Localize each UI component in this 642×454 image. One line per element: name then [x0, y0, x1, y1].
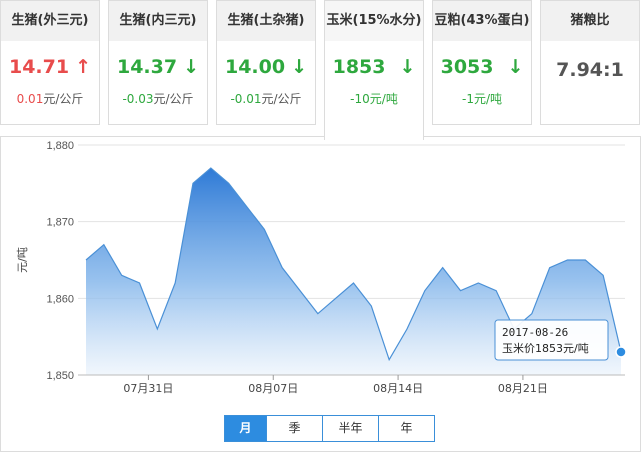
card-title: 豆粕(43%蛋白)	[433, 1, 531, 41]
card-title: 生猪(土杂猪)	[217, 1, 315, 41]
period-month-button[interactable]: 月	[225, 416, 266, 441]
card-pig-grain-ratio[interactable]: 猪粮比 7.94:1	[540, 0, 640, 125]
y-tick-label: 1,870	[46, 217, 74, 229]
x-tick-label: 08月14日	[373, 382, 423, 395]
card-change: -1元/吨	[461, 92, 502, 106]
tooltip-value: 玉米价1853元/吨	[502, 342, 589, 355]
period-year-button[interactable]: 年	[378, 416, 434, 441]
card-price: 7.94:1	[556, 59, 624, 81]
card-change: -0.03元/公斤	[122, 92, 194, 106]
card-change: 0.01元/公斤	[16, 92, 84, 106]
card-price: 14.00 ↓	[224, 56, 308, 78]
card-title: 猪粮比	[541, 1, 639, 41]
card-price: 14.71 ↑	[8, 56, 92, 78]
card-soymeal[interactable]: 豆粕(43%蛋白) 3053 ↓ -1元/吨	[432, 0, 532, 125]
card-pig-inner[interactable]: 生猪(内三元) 14.37 ↓ -0.03元/公斤	[108, 0, 208, 125]
card-price: 14.37 ↓	[116, 56, 200, 78]
card-pig-outer[interactable]: 生猪(外三元) 14.71 ↑ 0.01元/公斤	[0, 0, 100, 125]
arrow-down-icon: ↓	[507, 56, 524, 78]
card-change: -10元/吨	[350, 92, 398, 106]
arrow-up-icon: ↑	[75, 56, 92, 78]
card-title: 生猪(内三元)	[109, 1, 207, 41]
card-corn[interactable]: 玉米(15%水分) 1853 ↓ -10元/吨	[324, 0, 424, 140]
card-pig-mixed[interactable]: 生猪(土杂猪) 14.00 ↓ -0.01元/公斤	[216, 0, 316, 125]
arrow-down-icon: ↓	[399, 56, 416, 78]
x-tick-label: 08月07日	[248, 382, 298, 395]
period-selector: 月 季 半年 年	[224, 415, 435, 442]
tooltip-date: 2017-08-26	[502, 326, 568, 339]
data-point-last	[615, 346, 627, 358]
corn-price-chart: 1,850 1,860 1,870 1,880 元/吨 07月31日 08月07日 08月14…	[16, 140, 627, 395]
arrow-down-icon: ↓	[183, 56, 200, 78]
period-quarter-button[interactable]: 季	[266, 416, 322, 441]
card-change: -0.01元/公斤	[230, 92, 302, 106]
card-title: 生猪(外三元)	[1, 1, 99, 41]
chart-panel: 1,850 1,860 1,870 1,880 元/吨 07月31日 08月07日 08月14…	[0, 136, 641, 452]
y-tick-label: 1,880	[46, 140, 74, 152]
x-tick-label: 07月31日	[123, 382, 173, 395]
x-tick-label: 08月21日	[498, 382, 548, 395]
card-title: 玉米(15%水分)	[325, 1, 423, 41]
period-half-year-button[interactable]: 半年	[322, 416, 378, 441]
y-tick-label: 1,850	[46, 370, 74, 382]
card-price: 1853 ↓	[332, 56, 416, 78]
price-cards: 生猪(外三元) 14.71 ↑ 0.01元/公斤 生猪(内三元) 14.37 ↓ -…	[0, 0, 642, 140]
arrow-down-icon: ↓	[291, 56, 308, 78]
y-tick-label: 1,860	[46, 293, 74, 305]
card-price: 3053 ↓	[440, 56, 524, 78]
y-axis-label: 元/吨	[16, 247, 29, 273]
